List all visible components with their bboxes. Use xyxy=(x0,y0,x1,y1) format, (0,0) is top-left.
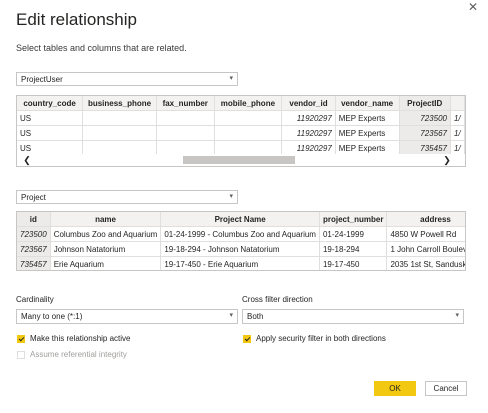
cell: US xyxy=(17,110,84,126)
chevron-down-icon: ▾ xyxy=(455,312,459,319)
chevron-down-icon: ▾ xyxy=(229,312,233,319)
table1-select[interactable]: ProjectUser ▾ xyxy=(16,72,238,86)
cell: Erie Aquarium xyxy=(50,256,162,270)
column-header[interactable]: vendor_id xyxy=(281,96,336,111)
column-header-selected[interactable]: ProjectID xyxy=(399,96,451,111)
cell: MEP Experts xyxy=(335,110,400,126)
security-filter-checkbox[interactable] xyxy=(243,335,251,343)
cell: 19-18-294 - Johnson Natatorium xyxy=(160,241,320,257)
cardinality-select[interactable]: Many to one (*:1) ▾ xyxy=(16,309,238,324)
chevron-down-icon: ▾ xyxy=(229,193,233,200)
table1-select-value: ProjectUser xyxy=(21,75,63,84)
cell xyxy=(214,125,283,141)
column-header[interactable]: project_number xyxy=(319,212,388,227)
cell: 1/ xyxy=(450,125,465,141)
column-header[interactable]: business_phone xyxy=(82,96,157,111)
chevron-down-icon: ▾ xyxy=(229,75,233,82)
column-header[interactable]: fax_number xyxy=(156,96,215,111)
cross-filter-select[interactable]: Both ▾ xyxy=(242,309,464,324)
column-header[interactable]: Project Name xyxy=(160,212,320,227)
make-active-label: Make this relationship active xyxy=(30,334,131,343)
column-header-selected[interactable]: id xyxy=(17,212,51,227)
cell: 19-18-294 xyxy=(319,241,388,257)
cell: 4850 W Powell Rd xyxy=(386,226,465,242)
table2-grid: id name Project Name project_number addr… xyxy=(16,211,466,271)
cell: 01-24-1999 xyxy=(319,226,388,242)
dialog-title: Edit relationship xyxy=(16,10,137,29)
scroll-right-icon[interactable]: ❯ xyxy=(441,154,453,166)
cell xyxy=(156,110,215,126)
cell xyxy=(82,125,157,141)
cell: 01-24-1999 - Columbus Zoo and Aquarium xyxy=(160,226,320,242)
cell: Columbus Zoo and Aquarium xyxy=(50,226,162,242)
cell-selected-column: 723500 xyxy=(399,110,451,126)
referential-integrity-label: Assume referential integrity xyxy=(30,350,127,359)
cell xyxy=(82,110,157,126)
cell-selected-column: 735457 xyxy=(17,256,51,270)
column-header[interactable] xyxy=(450,96,465,111)
table-row: US 11920297 MEP Experts 723567 1/ xyxy=(17,125,465,141)
cell: 19-17-450 - Erie Aquarium xyxy=(160,256,320,270)
table-row: 723500 Columbus Zoo and Aquarium 01-24-1… xyxy=(17,226,465,242)
cell-selected-column: 723567 xyxy=(17,241,51,257)
cell-selected-column: 723567 xyxy=(399,125,451,141)
cancel-button[interactable]: Cancel xyxy=(425,381,467,396)
cell: 11920297 xyxy=(281,125,336,141)
make-active-checkbox[interactable] xyxy=(17,335,25,343)
cross-filter-value: Both xyxy=(247,312,264,321)
scrollbar-thumb[interactable] xyxy=(183,156,295,164)
column-header[interactable]: address xyxy=(386,212,465,227)
column-header[interactable]: vendor_name xyxy=(335,96,400,111)
cardinality-value: Many to one (*:1) xyxy=(21,312,83,321)
cell: Johnson Natatorium xyxy=(50,241,162,257)
column-header[interactable]: name xyxy=(50,212,162,227)
ok-button[interactable]: OK xyxy=(374,381,416,396)
column-header[interactable]: mobile_phone xyxy=(214,96,283,111)
column-header[interactable]: country_code xyxy=(17,96,84,111)
cell xyxy=(214,110,283,126)
security-filter-label: Apply security filter in both directions xyxy=(256,334,386,343)
horizontal-scrollbar[interactable]: ❮ ❯ xyxy=(17,154,465,166)
cell: 2035 1st St, Sandusky, O xyxy=(386,256,465,270)
cell: 11920297 xyxy=(281,110,336,126)
cell: US xyxy=(17,125,84,141)
scroll-left-icon[interactable]: ❮ xyxy=(21,154,33,166)
cell: 1 John Carroll Boulevard xyxy=(386,241,465,257)
cell: 1/ xyxy=(450,110,465,126)
table2-select-value: Project xyxy=(21,193,46,202)
cell-selected-column: 723500 xyxy=(17,226,51,242)
cross-filter-label: Cross filter direction xyxy=(242,295,313,304)
cardinality-label: Cardinality xyxy=(16,295,54,304)
table-row: US 11920297 MEP Experts 723500 1/ xyxy=(17,110,465,126)
table1: country_code business_phone fax_number m… xyxy=(17,96,465,156)
dialog-subtitle: Select tables and columns that are relat… xyxy=(16,43,187,53)
close-icon[interactable]: ✕ xyxy=(466,0,480,14)
table-row: 735457 Erie Aquarium 19-17-450 - Erie Aq… xyxy=(17,256,465,270)
table2-select[interactable]: Project ▾ xyxy=(16,190,238,204)
cell: MEP Experts xyxy=(335,125,400,141)
cell xyxy=(156,125,215,141)
referential-integrity-checkbox[interactable] xyxy=(17,351,25,359)
table2: id name Project Name project_number addr… xyxy=(17,212,465,270)
table1-grid: country_code business_phone fax_number m… xyxy=(16,95,466,167)
cell: 19-17-450 xyxy=(319,256,388,270)
table-row: 723567 Johnson Natatorium 19-18-294 - Jo… xyxy=(17,241,465,257)
